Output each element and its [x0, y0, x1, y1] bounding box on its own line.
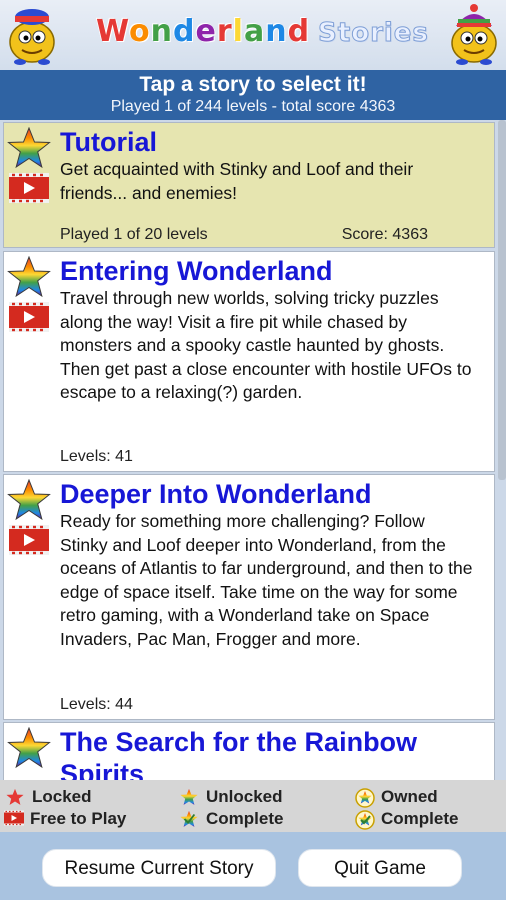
video-icon[interactable] — [9, 525, 49, 555]
logo-letter: n — [150, 14, 174, 49]
rainbow-star-icon — [8, 727, 50, 768]
story-levels: Levels: 41 — [60, 448, 133, 465]
story-card-rainbow-spirits[interactable]: The Search for the Rainbow Spirits — [3, 722, 495, 780]
rainbow-star-icon — [8, 256, 50, 297]
story-title: Entering Wonderland — [60, 256, 333, 286]
logo-letter: d — [287, 14, 311, 49]
story-description: Ready for something more challenging? Fo… — [60, 511, 473, 649]
resume-current-story-button[interactable]: Resume Current Story — [42, 849, 276, 887]
app-header: Wonderland Stories — [0, 0, 506, 70]
logo-letter: d — [173, 14, 196, 49]
quit-game-button[interactable]: Quit Game — [298, 849, 462, 887]
owned-complete-star-icon — [355, 810, 375, 830]
progress-summary: Played 1 of 244 levels - total score 436… — [110, 98, 396, 115]
logo-letter: r — [216, 14, 233, 49]
story-footer: Played 1 of 20 levels Score: 4363 — [60, 226, 428, 244]
instruction-banner: Tap a story to select it! Played 1 of 24… — [0, 70, 506, 120]
bottom-bar: Resume Current Story Quit Game — [0, 832, 506, 900]
logo-letter: l — [232, 14, 244, 49]
banner-title: Tap a story to select it! — [139, 73, 367, 96]
story-list[interactable]: Tutorial Get acquainted with Stinky and … — [0, 120, 506, 780]
logo-letter: W — [96, 14, 130, 49]
story-title: The Search for the Rainbow Spirits — [60, 727, 418, 780]
red-star-icon — [6, 788, 24, 805]
video-icon[interactable] — [9, 173, 49, 203]
story-card-deeper-into-wonderland[interactable]: Deeper Into Wonderland Ready for somethi… — [3, 474, 495, 720]
story-card-entering-wonderland[interactable]: Entering Wonderland Travel through new w… — [3, 251, 495, 472]
story-score: Score: 4363 — [341, 226, 428, 243]
legend: Locked Free to Play Unlocked Complete Ow… — [0, 780, 506, 832]
rainbow-star-icon — [8, 479, 50, 520]
story-title: Tutorial — [60, 127, 157, 157]
owned-star-icon — [355, 788, 375, 808]
story-footer: Levels: 41 — [60, 448, 428, 466]
rainbow-star-icon — [8, 127, 50, 168]
app-logo: Wonderland Stories — [96, 14, 429, 58]
video-icon — [4, 810, 24, 826]
story-description: Get acquainted with Stinky and Loof and … — [60, 159, 414, 203]
logo-suffix: Stories — [318, 18, 429, 49]
loof-mascot-icon — [451, 4, 497, 65]
story-description: Travel through new worlds, solving trick… — [60, 288, 472, 402]
scrollbar[interactable] — [498, 120, 506, 480]
logo-letter: o — [129, 14, 151, 49]
complete-star-icon — [180, 810, 198, 827]
story-levels: Levels: 44 — [60, 696, 133, 713]
logo-letter: e — [195, 14, 217, 49]
story-card-tutorial[interactable]: Tutorial Get acquainted with Stinky and … — [3, 122, 495, 248]
story-footer: Levels: 44 — [60, 696, 428, 714]
story-title: Deeper Into Wonderland — [60, 479, 372, 509]
story-levels-played: Played 1 of 20 levels — [60, 226, 208, 243]
rainbow-star-small-icon — [180, 788, 198, 805]
video-icon[interactable] — [9, 302, 49, 332]
stinky-mascot-icon — [9, 9, 55, 65]
logo-letter: n — [265, 14, 288, 49]
logo-letter: a — [243, 14, 266, 49]
